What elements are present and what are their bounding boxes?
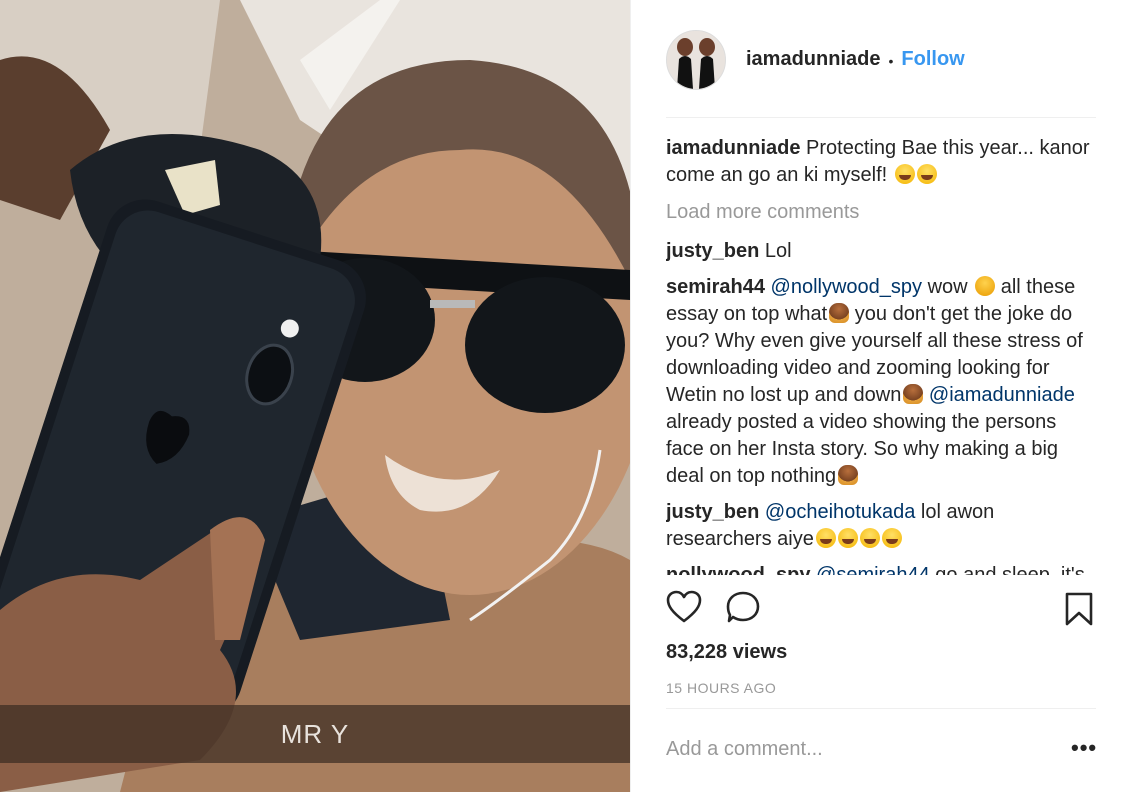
bookmark-icon[interactable] xyxy=(1064,592,1094,626)
load-more-comments-link[interactable]: Load more comments xyxy=(666,199,1098,226)
comment-mention[interactable]: @semirah44 xyxy=(816,564,930,575)
divider xyxy=(666,708,1096,709)
person-shrugging-emoji-icon xyxy=(838,465,859,485)
comment-item: justy_ben @ocheihotukada lol awon resear… xyxy=(666,499,1098,553)
comment-username[interactable]: justy_ben xyxy=(666,240,759,262)
action-bar xyxy=(666,590,1096,630)
post-media[interactable]: MR Y xyxy=(0,0,630,792)
person-shrugging-emoji-icon xyxy=(829,303,850,323)
comment-username[interactable]: nollywood_spy xyxy=(666,564,810,575)
comment-mention[interactable]: @nollywood_spy xyxy=(771,276,923,298)
post-header: iamadunniade • Follow xyxy=(666,30,1096,118)
comment-item: nollywood_spy @semirah44 go and sleep, i… xyxy=(666,562,1098,575)
laughing-emoji-icon xyxy=(916,164,937,184)
view-count[interactable]: 83,228 views xyxy=(666,641,787,664)
woozy-emoji-icon xyxy=(975,276,996,296)
comment-username[interactable]: justy_ben xyxy=(666,501,759,523)
person-shrugging-emoji-icon xyxy=(903,384,924,404)
header-username[interactable]: iamadunniade xyxy=(746,48,880,71)
follow-button[interactable]: Follow xyxy=(901,48,964,71)
comment-text: wow xyxy=(927,276,968,298)
comment-item: semirah44 @nollywood_spy wow all these e… xyxy=(666,274,1098,490)
comment-text: Lol xyxy=(764,240,792,262)
timestamp[interactable]: 15 HOURS AGO xyxy=(666,680,776,696)
heart-icon[interactable] xyxy=(666,590,702,624)
media-overlay-text: MR Y xyxy=(280,718,350,749)
laughing-emoji-icon xyxy=(859,528,880,548)
add-comment-input[interactable]: Add a comment... xyxy=(666,738,823,761)
laughing-emoji-icon xyxy=(815,528,836,548)
comment-item: justy_ben Lol xyxy=(666,238,1098,265)
comment-mention[interactable]: @iamadunniade xyxy=(929,384,1075,406)
more-options-icon[interactable]: ••• xyxy=(1071,735,1097,761)
comment-text: go and sleep, it's xyxy=(935,564,1085,575)
comment-username[interactable]: semirah44 xyxy=(666,276,765,298)
laughing-emoji-icon xyxy=(894,164,915,184)
caption: iamadunniade Protecting Bae this year...… xyxy=(666,135,1098,189)
media-caption-bar: MR Y xyxy=(0,705,630,763)
separator-dot: • xyxy=(888,53,894,69)
laughing-emoji-icon xyxy=(837,528,858,548)
avatar[interactable] xyxy=(666,30,726,90)
caption-username[interactable]: iamadunniade xyxy=(666,137,800,159)
post-photo xyxy=(0,0,630,792)
comment-text: already posted a video showing the perso… xyxy=(666,411,1059,487)
laughing-emoji-icon xyxy=(881,528,902,548)
comment-mention[interactable]: @ocheihotukada xyxy=(765,501,915,523)
post-details-panel: iamadunniade • Follow iamadunniade Prote… xyxy=(630,0,1125,792)
comment-bubble-icon[interactable] xyxy=(726,590,762,624)
comments-list[interactable]: iamadunniade Protecting Bae this year...… xyxy=(666,135,1098,575)
